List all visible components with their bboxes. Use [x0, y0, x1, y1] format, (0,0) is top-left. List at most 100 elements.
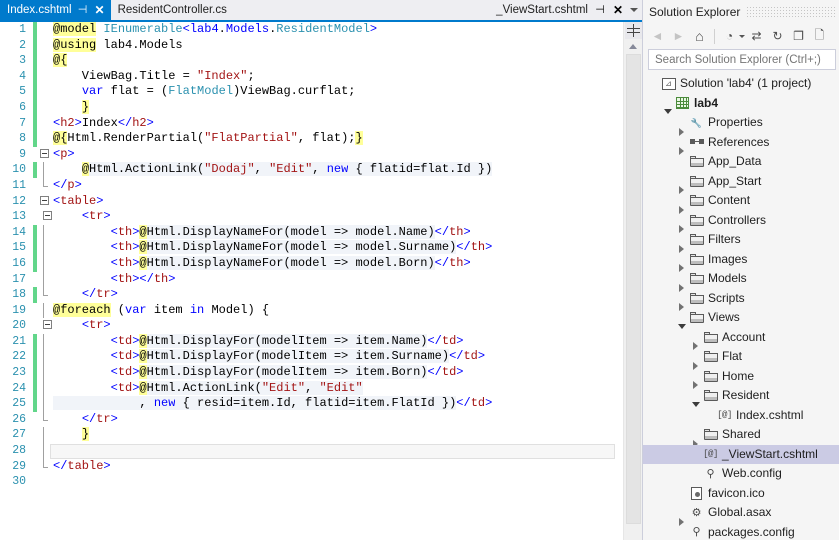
code-text[interactable]: </p>	[51, 178, 623, 194]
code-text[interactable]: <td>@Html.ActionLink("Edit", "Edit"	[51, 380, 623, 397]
fold-margin[interactable]	[37, 443, 51, 459]
code-text[interactable]: </table>	[51, 459, 623, 475]
fold-margin[interactable]	[37, 240, 51, 256]
code-line[interactable]: 19 @foreach (var item in Model) {	[0, 302, 623, 319]
code-line[interactable]: 2 @using lab4.Models	[0, 37, 623, 54]
home-icon[interactable]: ⌂	[690, 27, 709, 46]
tree-item-account[interactable]: Account	[643, 328, 839, 351]
tree-item-app-start[interactable]: App_Start	[643, 172, 839, 195]
fold-margin[interactable]	[37, 84, 51, 100]
code-line[interactable]: 27 }	[0, 427, 623, 444]
pin-icon[interactable]: ⊣	[77, 0, 89, 20]
fold-margin[interactable]	[37, 333, 51, 350]
tab-index-cshtml[interactable]: Index.cshtml ⊣ ✕	[0, 0, 111, 20]
tree-item-app-data[interactable]: App_Data	[643, 152, 839, 172]
code-line[interactable]: 11 </p>	[0, 177, 623, 194]
fold-margin[interactable]	[37, 116, 51, 132]
code-line[interactable]: 4 ViewBag.Title = "Index";	[0, 68, 623, 85]
code-line[interactable]: 8 @{Html.RenderPartial("FlatPartial", fla…	[0, 131, 623, 147]
code-text[interactable]: </tr>	[51, 412, 623, 428]
fold-margin[interactable]	[37, 474, 51, 490]
pending-changes-icon[interactable]: ◔	[720, 27, 739, 46]
close-icon[interactable]: ✕	[94, 0, 106, 20]
fold-margin[interactable]	[37, 100, 51, 116]
editor-vertical-scrollbar[interactable]	[625, 54, 641, 540]
tree-item-packages-config[interactable]: ⚲ packages.config	[643, 523, 839, 540]
fold-margin[interactable]	[37, 194, 51, 210]
fold-margin[interactable]	[37, 365, 51, 381]
tree-item-references[interactable]: References	[643, 133, 839, 156]
search-solution-explorer-box[interactable]	[648, 49, 836, 70]
tree-item-web-config[interactable]: ⚲ Web.config	[643, 464, 839, 484]
fold-margin[interactable]	[37, 22, 51, 38]
fold-margin[interactable]	[37, 380, 51, 397]
fold-margin[interactable]	[37, 349, 51, 366]
scroll-up-arrow-icon[interactable]	[624, 39, 642, 54]
code-text[interactable]: <p>	[51, 147, 623, 163]
fold-margin[interactable]	[37, 318, 52, 334]
fold-margin[interactable]	[37, 209, 52, 225]
tab-residentcontroller-cs[interactable]: ResidentController.cs	[110, 0, 232, 20]
collapse-minus-icon[interactable]	[43, 320, 52, 330]
collapse-minus-icon[interactable]	[43, 211, 52, 221]
tree-item-flat[interactable]: Flat	[643, 347, 839, 370]
fold-margin[interactable]	[37, 147, 51, 163]
code-line[interactable]: 17 <th></th>	[0, 271, 623, 288]
show-all-files-icon[interactable]: 🗋	[810, 27, 829, 46]
fold-margin[interactable]	[37, 396, 51, 412]
panel-drag-handle[interactable]	[746, 6, 835, 18]
fold-margin[interactable]	[37, 69, 51, 85]
code-text[interactable]: <h2>Index</h2>	[51, 116, 623, 132]
tree-item-solution-lab4-1-project[interactable]: ⊿ Solution 'lab4' (1 project)	[643, 74, 839, 94]
fold-margin[interactable]	[37, 411, 51, 428]
tree-item-models[interactable]: Models	[643, 269, 839, 292]
solution-tree[interactable]: ⊿ Solution 'lab4' (1 project) lab4 🔧 Propert…	[643, 72, 839, 540]
tree-item-lab4[interactable]: lab4	[643, 94, 839, 115]
code-line[interactable]: 29 </table>	[0, 458, 623, 475]
tree-item-images[interactable]: Images	[643, 250, 839, 273]
tree-item-favicon-ico[interactable]: favicon.ico	[643, 484, 839, 504]
fold-margin[interactable]	[37, 177, 51, 194]
code-line[interactable]: 30	[0, 474, 623, 490]
code-line[interactable]: 5 var flat = (FlatModel)ViewBag.curflat;	[0, 84, 623, 100]
code-line[interactable]: 13 <tr>	[0, 209, 623, 225]
code-text[interactable]: ViewBag.Title = "Index";	[51, 69, 623, 85]
close-icon[interactable]: ✕	[612, 0, 624, 20]
code-line[interactable]: 20 <tr>	[0, 318, 623, 334]
code-text[interactable]: <table>	[51, 194, 623, 210]
code-line[interactable]: 24 <td>@Html.ActionLink("Edit", "Edit"	[0, 380, 623, 397]
code-line[interactable]: 3 @{	[0, 53, 623, 69]
fold-margin[interactable]	[37, 287, 51, 303]
collapse-all-icon[interactable]: ❐	[789, 27, 808, 46]
collapse-minus-icon[interactable]	[39, 195, 49, 205]
code-text[interactable]: @Html.ActionLink("Dodaj", "Edit", new { …	[51, 162, 623, 178]
tree-item-scripts[interactable]: Scripts	[643, 289, 839, 312]
code-line[interactable]: 25 , new { resid=item.Id, flatid=item.Fl…	[0, 396, 623, 412]
search-input[interactable]	[653, 52, 831, 67]
code-text[interactable]: var flat = (FlatModel)ViewBag.curflat;	[51, 84, 623, 100]
pin-icon[interactable]: ⊣	[594, 0, 606, 20]
code-text[interactable]: @using lab4.Models	[51, 37, 623, 54]
tree-item-viewstart-cshtml[interactable]: [@] _ViewStart.cshtml	[643, 444, 839, 464]
code-line[interactable]: 18 </tr>	[0, 287, 623, 303]
fold-margin[interactable]	[37, 458, 51, 475]
code-text[interactable]: <th>@Html.DisplayNameFor(model => model.…	[51, 224, 623, 241]
tree-item-resident[interactable]: Resident	[643, 386, 839, 407]
code-text[interactable]: <th>@Html.DisplayNameFor(model => model.…	[51, 240, 623, 256]
code-line[interactable]: 10 @Html.ActionLink("Dodaj", "Edit", new…	[0, 162, 623, 178]
code-text[interactable]: <tr>	[51, 209, 623, 225]
code-text[interactable]: , new { resid=item.Id, flatid=item.FlatI…	[51, 396, 623, 412]
fold-margin[interactable]	[37, 302, 51, 319]
fold-margin[interactable]	[37, 38, 51, 54]
tree-item-index-cshtml[interactable]: [@] Index.cshtml	[643, 406, 839, 426]
code-line[interactable]: 7 <h2>Index</h2>	[0, 115, 623, 132]
scrollbar-thumb[interactable]	[625, 54, 641, 524]
code-line[interactable]: 14 <th>@Html.DisplayNameFor(model => mod…	[0, 224, 623, 241]
tree-item-content[interactable]: Content	[643, 191, 839, 214]
code-line[interactable]: 26 </tr>	[0, 411, 623, 428]
tree-item-shared[interactable]: Shared	[643, 425, 839, 448]
code-line[interactable]: 12 <table>	[0, 194, 623, 210]
fold-margin[interactable]	[37, 53, 51, 69]
code-line[interactable]: 1 @model IEnumerable<lab4.Models.Resident…	[0, 22, 623, 38]
fold-margin[interactable]	[37, 131, 51, 147]
